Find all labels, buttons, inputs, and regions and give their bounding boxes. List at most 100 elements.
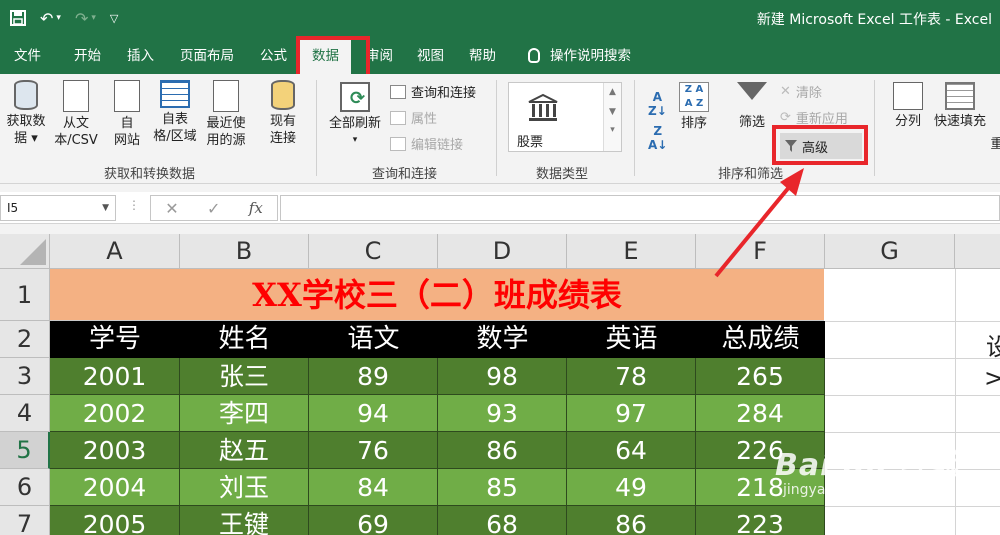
sort-descending-icon[interactable]: Z A↓: [648, 124, 667, 152]
header-cell-chinese[interactable]: 语文: [309, 321, 438, 358]
header-cell-name[interactable]: 姓名: [180, 321, 309, 358]
sheet-title-cell[interactable]: XX学校三（二）班成绩表: [50, 269, 824, 321]
advanced-filter-icon: [785, 140, 797, 152]
from-table-button[interactable]: 自表 格/区域: [150, 80, 200, 145]
tab-page-layout[interactable]: 页面布局: [180, 38, 234, 74]
column-header-a[interactable]: A: [50, 234, 180, 269]
cell-english[interactable]: 86: [567, 506, 696, 535]
header-cell-english[interactable]: 英语: [567, 321, 696, 358]
column-header-d[interactable]: D: [438, 234, 567, 269]
cell-chinese[interactable]: 69: [309, 506, 438, 535]
connections-icon: [271, 80, 295, 110]
sort-ascending-icon[interactable]: A Z↓: [648, 90, 667, 118]
enter-icon[interactable]: ✓: [207, 199, 220, 218]
quick-access-toolbar: ↶ ▾ ↷ ▾ ▽: [10, 6, 118, 30]
tab-insert[interactable]: 插入: [127, 38, 154, 74]
column-header-h[interactable]: [955, 234, 1000, 269]
from-web-button[interactable]: 自 网站: [108, 80, 146, 149]
cell-name[interactable]: 张三: [180, 358, 309, 395]
cell-math[interactable]: 85: [438, 469, 567, 506]
cell-english[interactable]: 97: [567, 395, 696, 432]
cell-student-id[interactable]: 2001: [50, 358, 180, 395]
row-header-2[interactable]: 2: [0, 321, 50, 358]
formula-input[interactable]: [280, 195, 1000, 221]
sort-button[interactable]: Z AA Z 排序: [676, 82, 712, 132]
undo-icon[interactable]: ↶ ▾: [40, 9, 61, 28]
existing-connections-button[interactable]: 现有 连接: [264, 80, 302, 147]
column-header-g[interactable]: G: [825, 234, 955, 269]
cancel-icon[interactable]: ✕: [165, 199, 178, 218]
cell-student-id[interactable]: 2002: [50, 395, 180, 432]
tell-me-search[interactable]: 操作说明搜索: [528, 38, 631, 74]
drag-handle[interactable]: ⋮: [128, 198, 140, 212]
name-box-dropdown-icon[interactable]: ▼: [102, 196, 109, 220]
row-header-5[interactable]: 5: [0, 432, 50, 469]
cell-chinese[interactable]: 84: [309, 469, 438, 506]
data-types-gallery[interactable]: 股票 ▲ ▼ ▾: [508, 82, 622, 152]
edit-links-button[interactable]: 编辑链接: [390, 134, 463, 153]
tab-home[interactable]: 开始: [74, 38, 101, 74]
header-cell-student-id[interactable]: 学号: [50, 321, 180, 358]
row-header-3[interactable]: 3: [0, 358, 50, 395]
get-data-button[interactable]: 获取数 据 ▾: [4, 80, 48, 147]
cell-student-id[interactable]: 2003: [50, 432, 180, 469]
from-text-csv-button[interactable]: 从文 本/CSV: [50, 80, 102, 149]
cell-student-id[interactable]: 2005: [50, 506, 180, 535]
tab-view[interactable]: 视图: [417, 38, 444, 74]
cell-math[interactable]: 86: [438, 432, 567, 469]
cell-name[interactable]: 李四: [180, 395, 309, 432]
tab-file[interactable]: 文件: [14, 38, 41, 74]
cell-name[interactable]: 刘玉: [180, 469, 309, 506]
text-to-columns-button[interactable]: 分列: [890, 82, 926, 130]
properties-button[interactable]: 属性: [390, 108, 437, 127]
ribbon-tabs: 文件 开始 插入 页面布局 公式 数据 审阅 视图 帮助 操作说明搜索: [0, 38, 1000, 74]
cell-chinese[interactable]: 76: [309, 432, 438, 469]
row-header-4[interactable]: 4: [0, 395, 50, 432]
cell-total[interactable]: 284: [696, 395, 825, 432]
cell-math[interactable]: 98: [438, 358, 567, 395]
cell-chinese[interactable]: 94: [309, 395, 438, 432]
flash-fill-button[interactable]: 快速填充: [930, 82, 990, 130]
remove-duplicates-button[interactable]: 重: [990, 136, 1000, 153]
queries-connections-button[interactable]: 查询和连接: [390, 82, 476, 101]
row-header-1[interactable]: 1: [0, 269, 50, 321]
cell-english[interactable]: 78: [567, 358, 696, 395]
cell-student-id[interactable]: 2004: [50, 469, 180, 506]
gallery-scrollbar[interactable]: ▲ ▼ ▾: [603, 83, 621, 151]
cell-name[interactable]: 王键: [180, 506, 309, 535]
column-header-f[interactable]: F: [696, 234, 825, 269]
column-header-e[interactable]: E: [567, 234, 696, 269]
refresh-all-button[interactable]: 全部刷新 ▾: [326, 82, 384, 149]
gridline: [825, 321, 1000, 322]
cell-chinese[interactable]: 89: [309, 358, 438, 395]
cell-total[interactable]: 223: [696, 506, 825, 535]
cell-total[interactable]: 265: [696, 358, 825, 395]
column-header-b[interactable]: B: [180, 234, 309, 269]
cell-english[interactable]: 64: [567, 432, 696, 469]
insert-function-button[interactable]: fx: [249, 199, 263, 217]
overflow-cell-text[interactable]: 设: [986, 327, 1000, 362]
row-header-6[interactable]: 6: [0, 469, 50, 506]
tab-formulas[interactable]: 公式: [260, 38, 287, 74]
clear-filter-button[interactable]: ✕ 清除: [780, 82, 822, 101]
cell-math[interactable]: 93: [438, 395, 567, 432]
recent-sources-button[interactable]: 最近使 用的源: [202, 80, 250, 149]
save-icon[interactable]: [10, 10, 26, 26]
overflow-cell-text[interactable]: >: [984, 364, 1000, 392]
advanced-filter-button[interactable]: 高级: [776, 129, 866, 163]
row-header-7[interactable]: 7: [0, 506, 50, 535]
name-box[interactable]: I5 ▼: [0, 195, 116, 221]
column-header-c[interactable]: C: [309, 234, 438, 269]
tab-review[interactable]: 审阅: [366, 38, 393, 74]
advanced-filter-inner[interactable]: 高级: [780, 133, 862, 159]
header-cell-total[interactable]: 总成绩: [696, 321, 825, 358]
tab-help[interactable]: 帮助: [469, 38, 496, 74]
cell-name[interactable]: 赵五: [180, 432, 309, 469]
cell-english[interactable]: 49: [567, 469, 696, 506]
filter-button[interactable]: 筛选: [734, 82, 770, 131]
customize-qat-icon[interactable]: ▽: [110, 12, 118, 25]
select-all-corner[interactable]: [0, 234, 50, 269]
header-cell-math[interactable]: 数学: [438, 321, 567, 358]
cell-math[interactable]: 68: [438, 506, 567, 535]
redo-icon[interactable]: ↷ ▾: [75, 9, 96, 28]
